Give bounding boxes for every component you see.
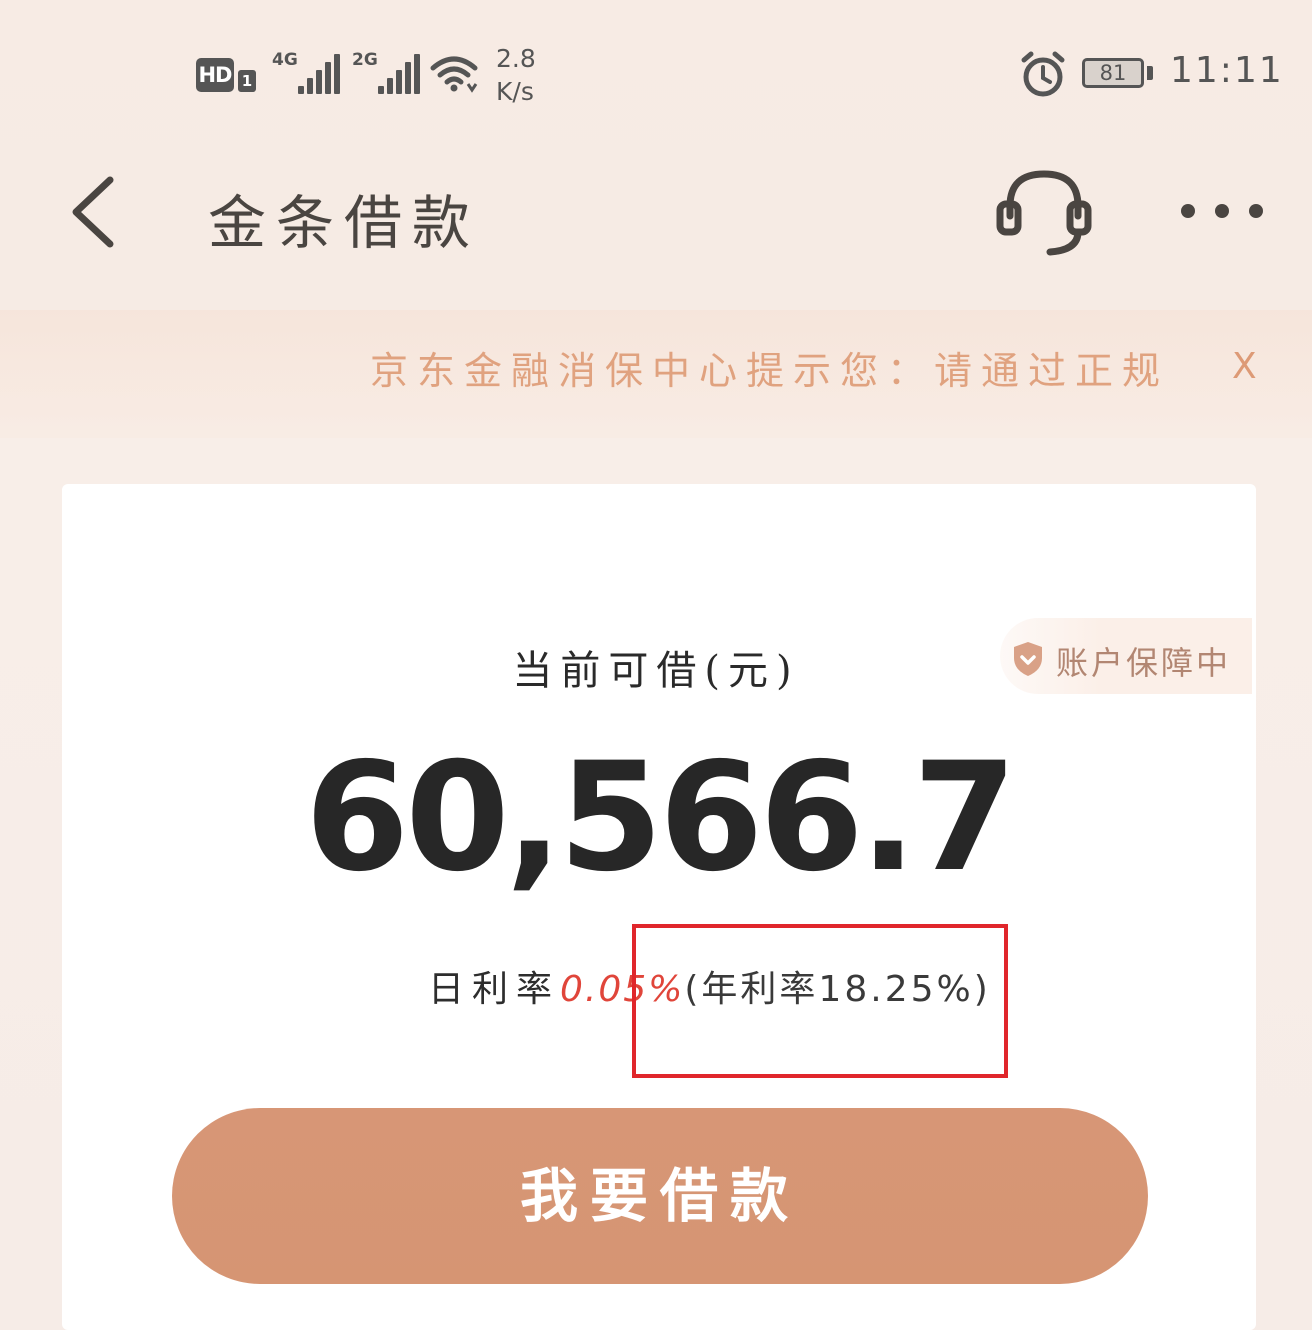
borrow-button[interactable]: 我要借款 [172, 1108, 1148, 1284]
network-type-1: 4G [272, 50, 298, 70]
annotation-highlight-box [632, 924, 1008, 1078]
available-amount: 60,566.7 [304, 731, 1017, 905]
alarm-icon [1021, 51, 1065, 97]
notice-close-button[interactable]: X [1232, 346, 1257, 387]
screen: HD 1 4G 2G 2.8 K/s 81 11:11 金条借款 京东金融消保中… [0, 0, 1312, 1330]
battery-tip [1147, 66, 1153, 80]
hd-icon: HD [196, 58, 234, 92]
wifi-icon [430, 56, 478, 93]
notice-text: 京东金融消保中心提示您：请通过正规 [370, 349, 1170, 393]
hd-sub-icon: 1 [238, 70, 256, 92]
headset-icon[interactable] [994, 166, 1094, 262]
network-type-2: 2G [352, 50, 378, 70]
page-title: 金条借款 [208, 189, 481, 257]
network-speed: 2.8 K/s [496, 44, 536, 106]
clock: 11:11 [1170, 50, 1284, 91]
available-amount-label: 当前可借(元) [512, 648, 800, 694]
daily-rate-label: 日利率 [428, 969, 561, 1010]
status-bar: HD 1 4G 2G 2.8 K/s 81 11:11 [0, 30, 1312, 120]
signal-icon-1 [298, 52, 342, 94]
more-icon[interactable] [1176, 196, 1272, 226]
battery-icon: 81 [1082, 58, 1144, 88]
back-icon[interactable] [64, 172, 124, 252]
signal-icon-2 [378, 52, 422, 94]
